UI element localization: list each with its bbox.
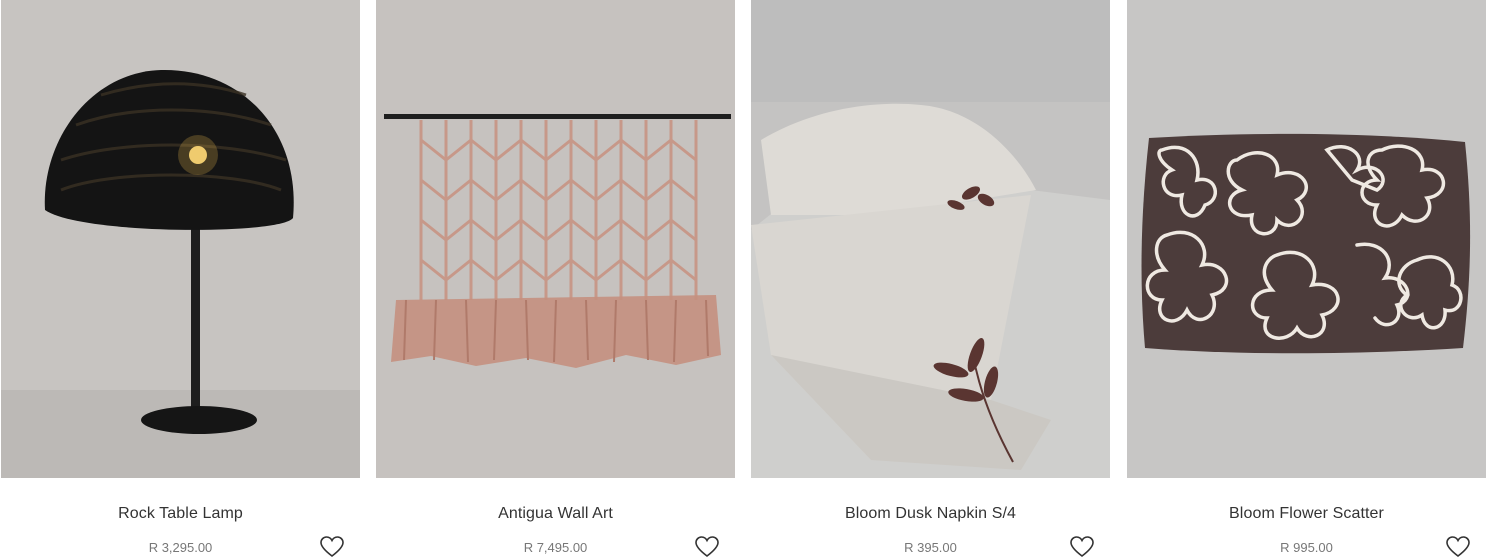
flower-cushion-photo [1127, 0, 1486, 478]
product-card[interactable]: Bloom Flower Scatter R 995.00 [1127, 0, 1486, 560]
product-image-link[interactable] [376, 0, 735, 478]
heart-outline-icon [1446, 536, 1470, 558]
product-title[interactable]: Bloom Dusk Napkin S/4 [751, 505, 1110, 523]
wishlist-button[interactable] [694, 535, 720, 559]
wishlist-button[interactable] [1069, 535, 1095, 559]
product-title[interactable]: Antigua Wall Art [376, 505, 735, 523]
product-image-link[interactable] [1, 0, 360, 478]
product-title[interactable]: Rock Table Lamp [1, 505, 360, 523]
product-card[interactable]: Antigua Wall Art R 7,495.00 [376, 0, 735, 560]
product-price: R 3,295.00 [148, 540, 213, 555]
wishlist-button[interactable] [1445, 535, 1471, 559]
product-card[interactable]: Bloom Dusk Napkin S/4 R 395.00 [751, 0, 1110, 560]
product-title[interactable]: Bloom Flower Scatter [1127, 505, 1486, 523]
product-price: R 395.00 [904, 540, 957, 555]
product-price: R 7,495.00 [523, 540, 588, 555]
heart-outline-icon [1070, 536, 1094, 558]
linen-napkin-photo [751, 0, 1110, 478]
heart-outline-icon [695, 536, 719, 558]
product-grid: Rock Table Lamp R 3,295.00 Antigua Wall … [0, 0, 1487, 560]
table-lamp-photo [1, 0, 360, 478]
product-price: R 995.00 [1280, 540, 1333, 555]
product-card[interactable]: Rock Table Lamp R 3,295.00 [1, 0, 360, 560]
wishlist-button[interactable] [319, 535, 345, 559]
product-image-link[interactable] [751, 0, 1110, 478]
macrame-wall-art-photo [376, 0, 735, 478]
heart-outline-icon [320, 536, 344, 558]
product-image-link[interactable] [1127, 0, 1486, 478]
